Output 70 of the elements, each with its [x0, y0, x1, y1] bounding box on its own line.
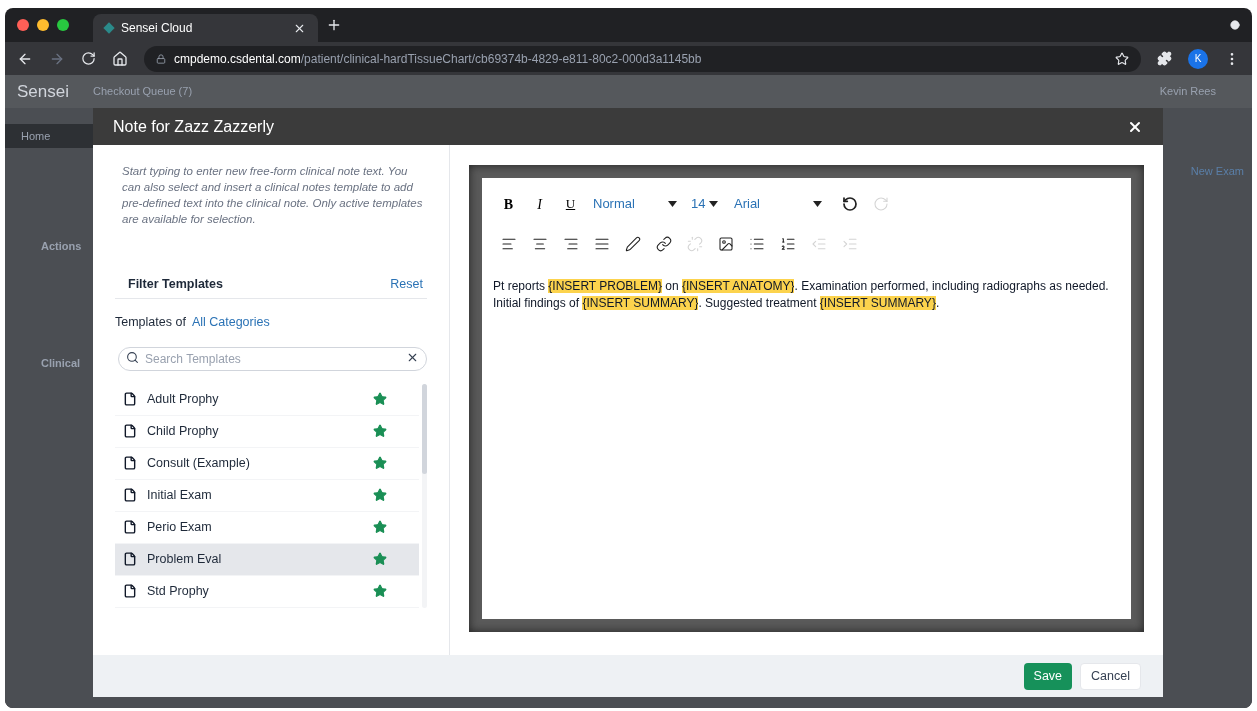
filter-label: Filter Templates	[128, 276, 223, 294]
category-link[interactable]: All Categories	[191, 313, 270, 332]
template-name: Std Prophy	[147, 582, 210, 600]
caret-icon	[668, 201, 677, 207]
align-justify-icon[interactable]	[593, 236, 610, 252]
style-dropdown[interactable]: Normal	[586, 194, 684, 214]
align-center-icon[interactable]	[531, 236, 548, 252]
star-icon[interactable]	[373, 424, 387, 439]
italic-button[interactable]: I	[524, 193, 555, 215]
document-icon	[123, 456, 137, 471]
tab-title: Sensei Cloud	[121, 20, 194, 36]
template-name: Adult Prophy	[147, 390, 220, 408]
save-button[interactable]: Save	[1023, 662, 1073, 690]
document-icon	[123, 392, 137, 407]
modal-title: Note for Zazz Zazzerly	[113, 116, 274, 137]
pen-icon[interactable]	[624, 236, 641, 252]
font-dropdown[interactable]: Arial	[728, 194, 828, 214]
size-dropdown[interactable]: 14	[684, 194, 728, 214]
image-icon[interactable]	[717, 236, 734, 252]
document-icon	[123, 552, 137, 567]
reload-icon[interactable]	[81, 51, 96, 66]
bullets-icon[interactable]	[748, 236, 765, 252]
actions-heading: Actions	[40, 239, 83, 254]
caret-icon	[709, 201, 719, 207]
home-nav-link[interactable]: Home	[5, 124, 93, 148]
align-right-icon[interactable]	[562, 236, 579, 252]
home-icon[interactable]	[112, 50, 128, 67]
template-name: Initial Exam	[147, 486, 213, 504]
note-text: Pt reports {INSERT PROBLEM} on {INSERT ANATOMY}. Examination performed, including radiographs as needed. Initial findings of {INSERT SUMMARY}. Suggested treatment {INSERT SUMMARY}.	[493, 278, 1110, 312]
star-icon[interactable]	[373, 488, 387, 503]
template-name: Child Prophy	[147, 422, 220, 440]
clinical-heading: Clinical	[40, 355, 82, 371]
document-icon	[123, 488, 137, 503]
template-name: Consult (Example)	[147, 454, 251, 472]
bookmark-star-icon[interactable]	[1115, 51, 1129, 66]
bold-button[interactable]: B	[493, 193, 524, 215]
template-name: Problem Eval	[147, 550, 223, 568]
url-text: cmpdemo.csdental.com/patient/clinical-hardTissueChart/cb69374b-4829-e811-80c2-000d3a1145bb	[174, 50, 702, 67]
new-tab-icon[interactable]	[326, 17, 342, 33]
align-left-icon[interactable]	[500, 236, 517, 252]
star-icon[interactable]	[373, 456, 387, 471]
template-name: Perio Exam	[147, 518, 213, 536]
star-icon[interactable]	[373, 584, 387, 599]
star-icon[interactable]	[373, 552, 387, 567]
browser-tab[interactable]: Sensei Cloud	[93, 14, 318, 42]
search-icon	[126, 350, 139, 364]
profile-avatar[interactable]: K	[1188, 48, 1208, 69]
star-icon[interactable]	[373, 520, 387, 535]
link-icon[interactable]	[655, 236, 672, 252]
reset-link[interactable]: Reset	[390, 275, 423, 294]
scrollbar-thumb[interactable]	[422, 383, 427, 474]
undo-icon[interactable]	[841, 196, 858, 212]
tab-favicon-icon	[103, 22, 115, 34]
lock-icon	[156, 53, 166, 64]
instructions-text: Start typing to enter new free-form clinical note text. You can also select and insert a clinical notes template to add pre-defined text into the clinical note. Only active templates are available for selection.	[120, 164, 424, 227]
address-field[interactable]: cmpdemo.csdental.com/patient/clinical-hardTissueChart/cb69374b-4829-e811-80c2-000d3a1145bb	[144, 45, 1141, 72]
extensions-icon[interactable]	[1157, 51, 1172, 66]
star-icon[interactable]	[373, 392, 387, 407]
document-icon	[123, 520, 137, 535]
templates-of-label: Templates of	[115, 314, 186, 331]
caret-icon	[813, 201, 822, 207]
app-logo: Sensei	[17, 80, 69, 103]
browser-status-icon	[1230, 20, 1240, 30]
numbers-icon[interactable]	[779, 236, 796, 252]
search-field[interactable]: Search Templates	[118, 346, 427, 371]
document-icon	[123, 424, 137, 439]
underline-button[interactable]: U	[555, 194, 586, 214]
document-icon	[123, 584, 137, 599]
template-item[interactable]: Problem Eval	[115, 543, 419, 576]
cancel-button[interactable]: Cancel	[1080, 662, 1141, 690]
